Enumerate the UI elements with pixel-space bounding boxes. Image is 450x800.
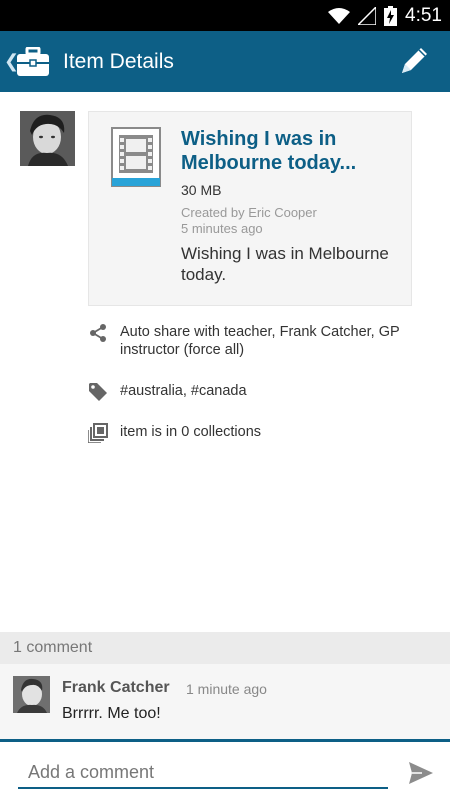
tags-text: #australia, #canada [120, 383, 247, 399]
comment-input[interactable] [18, 757, 388, 789]
share-icon [90, 324, 106, 342]
owner-avatar-image [20, 111, 75, 166]
comment-item[interactable]: Frank Catcher 1 minute ago Brrrrr. Me to… [0, 664, 450, 739]
comment-author[interactable]: Frank Catcher [62, 679, 170, 697]
comment-compose-bar [0, 739, 450, 800]
status-bar: 4:51 [0, 0, 450, 31]
comment-text: Brrrrr. Me too! [62, 705, 161, 722]
back-chevron-icon[interactable]: ❮ [4, 51, 19, 72]
item-title[interactable]: Wishing I was in Melbourne today... [181, 127, 401, 175]
send-icon[interactable] [408, 760, 434, 786]
wifi-icon [328, 8, 351, 24]
item-size: 30 MB [181, 182, 222, 198]
commenter-avatar-image [13, 676, 50, 713]
comments-header: 1 comment [0, 632, 450, 664]
briefcase-icon[interactable] [16, 46, 50, 77]
share-row[interactable]: Auto share with teacher, Frank Catcher, … [88, 323, 420, 359]
commenter-avatar[interactable] [13, 676, 50, 713]
collections-text: item is in 0 collections [120, 424, 262, 440]
battery-charging-icon [384, 6, 398, 26]
item-created-by: Created by Eric Cooper [181, 205, 317, 220]
item-meta: Created by Eric Cooper 5 minutes ago [181, 205, 317, 237]
comment-time: 1 minute ago [186, 681, 267, 697]
signal-icon [358, 7, 377, 25]
video-file-icon [111, 127, 161, 187]
app-bar: ❮ Item Details [0, 31, 450, 92]
owner-avatar[interactable] [20, 111, 75, 166]
status-icons: 4:51 [328, 4, 442, 28]
tags-row[interactable]: #australia, #canada [88, 382, 420, 402]
page-title: Item Details [63, 49, 174, 73]
share-text: Auto share with teacher, Frank Catcher, … [120, 324, 400, 358]
item-created-ago: 5 minutes ago [181, 221, 263, 236]
edit-pencil-icon[interactable] [396, 43, 432, 79]
collections-row[interactable]: item is in 0 collections [88, 423, 420, 443]
item-card[interactable]: Wishing I was in Melbourne today... 30 M… [88, 111, 412, 306]
tag-icon [89, 383, 107, 401]
status-time: 4:51 [405, 5, 442, 26]
collections-icon [88, 423, 108, 443]
item-description: Wishing I was in Melbourne today. [181, 244, 389, 284]
comments-count: 1 comment [13, 639, 93, 656]
